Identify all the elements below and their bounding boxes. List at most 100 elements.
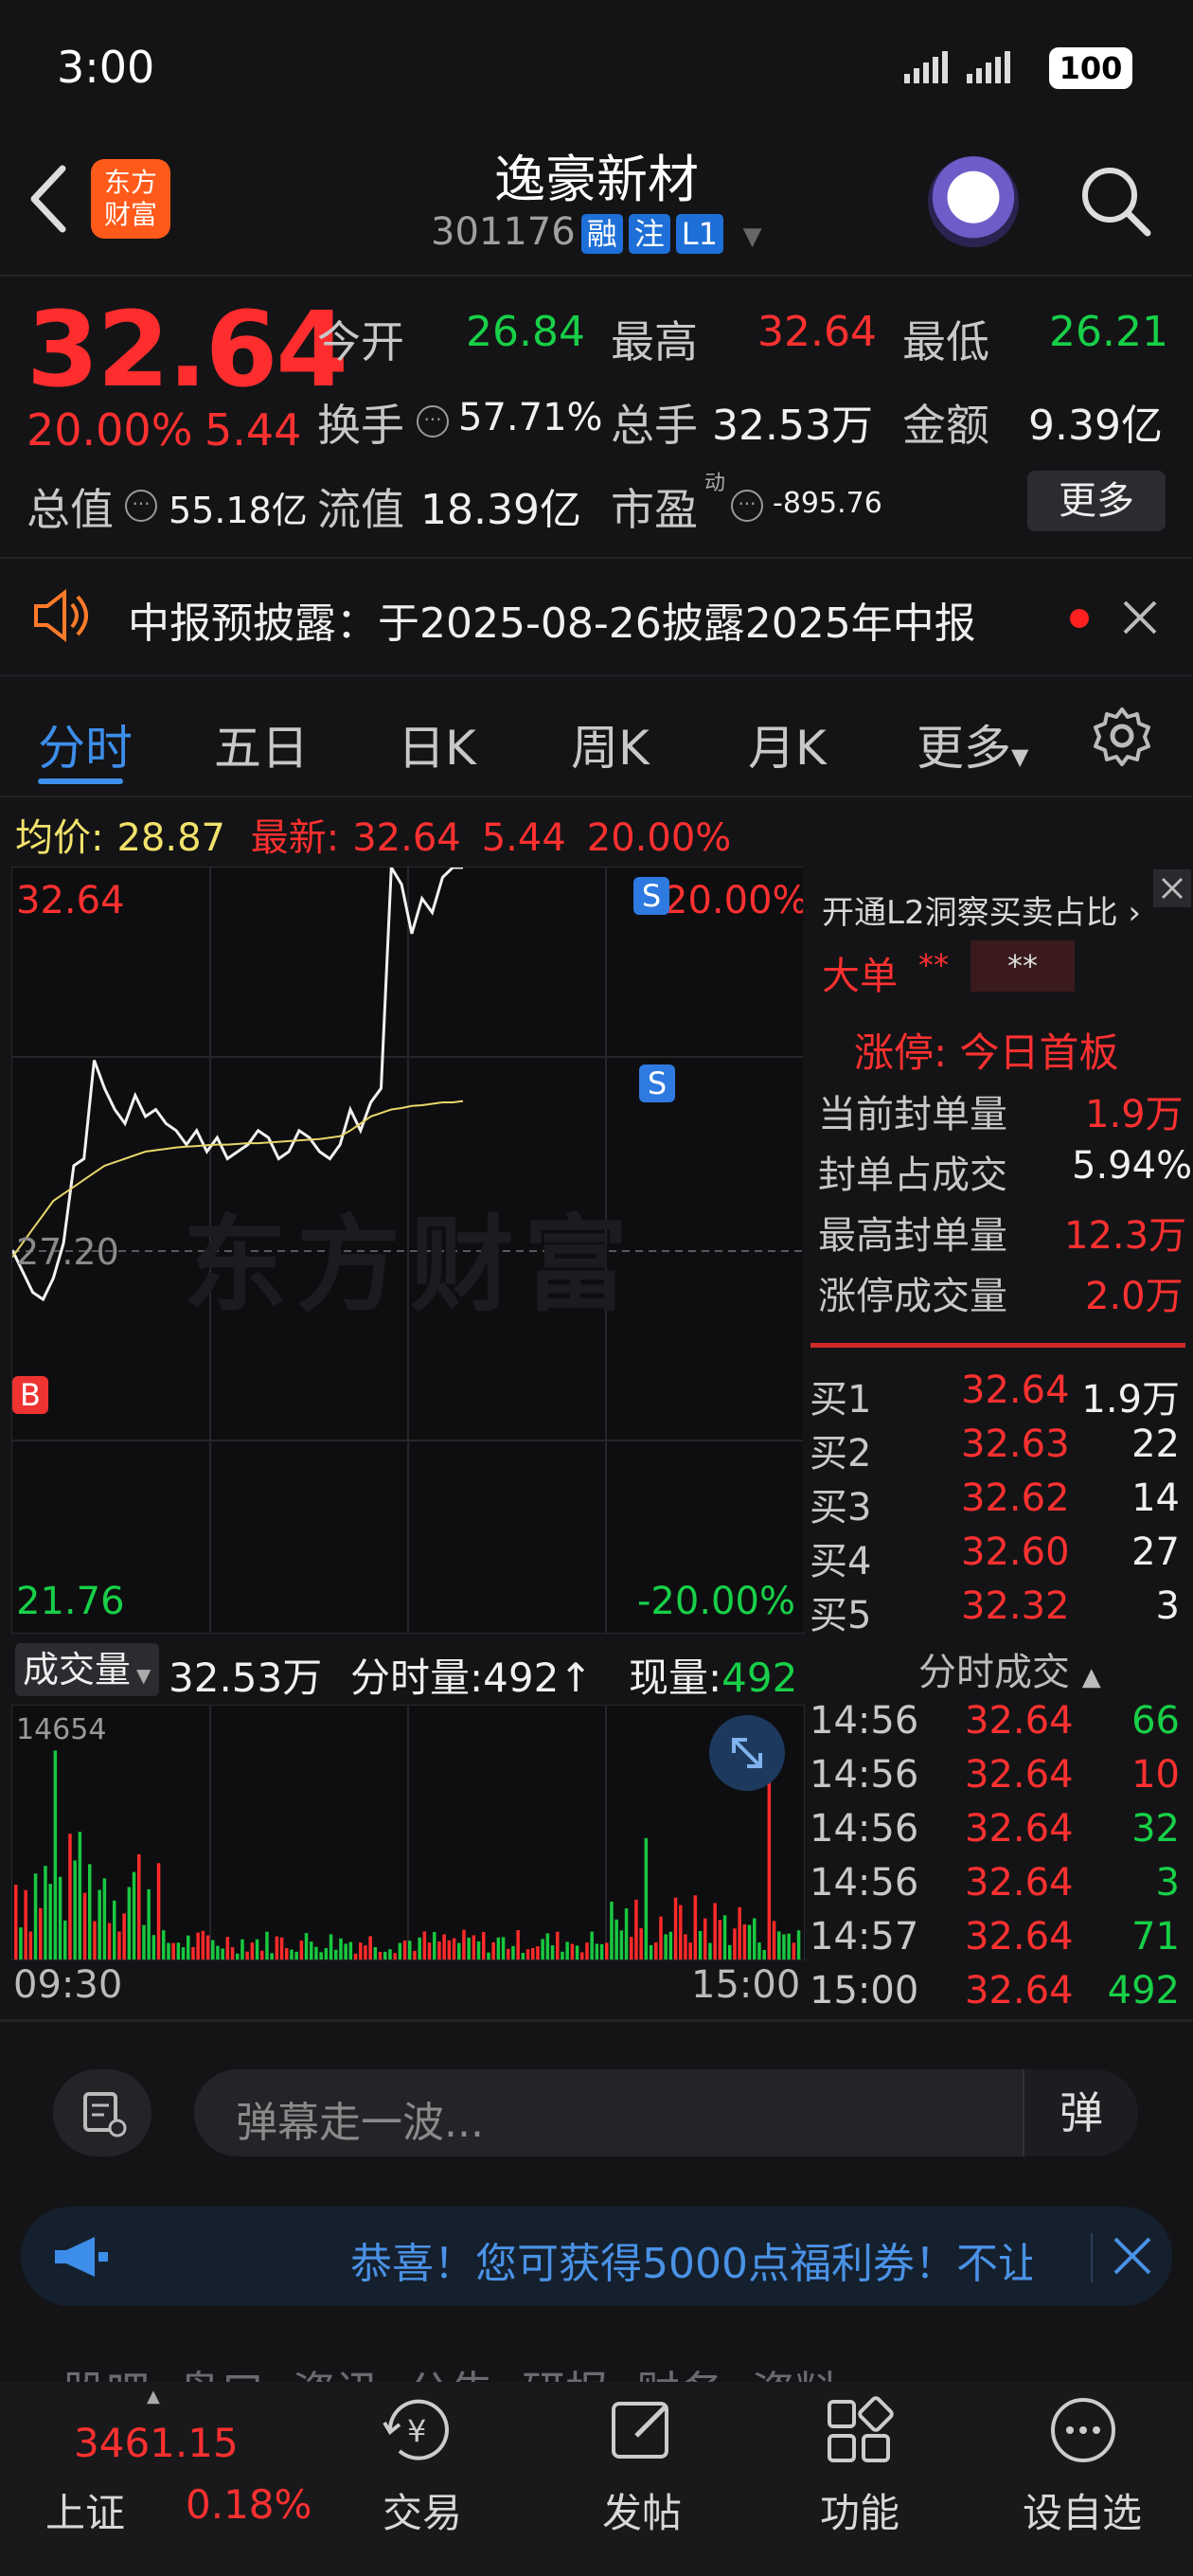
tab-more[interactable]: 更多▼ — [917, 710, 1028, 778]
tab-daily-k[interactable]: 日K — [398, 710, 476, 778]
gear-icon[interactable] — [1092, 706, 1152, 770]
apps-icon[interactable] — [822, 2394, 901, 2470]
index-pct: 0.18% — [186, 2481, 312, 2528]
index-name[interactable]: 上证 — [45, 2481, 125, 2539]
more-dots-icon[interactable] — [1047, 2394, 1119, 2470]
ticks-header[interactable]: 分时成交 ▲ — [918, 1641, 1101, 1696]
tab-weekly-k[interactable]: 周K — [571, 710, 650, 778]
tab-five-day[interactable]: 五日 — [214, 710, 309, 778]
float-cap-label: 流值 — [317, 484, 404, 535]
volume-bar — [348, 1941, 353, 1959]
tick-row[interactable]: 14:56 32.64 66 — [810, 1699, 1184, 1753]
ob-label: 买1 — [810, 1378, 872, 1422]
post-icon[interactable] — [604, 2394, 684, 2470]
info-icon[interactable]: ··· — [731, 490, 763, 522]
tick-row[interactable]: 14:57 32.64 71 — [810, 1915, 1184, 1969]
volume-bar — [353, 1953, 358, 1959]
tick-price: 32.64 — [965, 1699, 1074, 1743]
notice-text[interactable]: 中报预披露：于2025-08-26披露2025年中报 — [128, 589, 976, 650]
tab-intraday[interactable]: 分时 — [38, 710, 133, 778]
y-axis-bottom: 21.76 — [16, 1580, 125, 1623]
danmaku-button[interactable]: 弹 — [1023, 2069, 1138, 2156]
volume-bar — [782, 1934, 786, 1959]
trade-icon[interactable]: ¥ — [379, 2394, 458, 2470]
order-book-row[interactable]: 买2 32.63 22 — [810, 1422, 1184, 1476]
volume-bar — [437, 1941, 441, 1959]
volume-bar — [245, 1951, 249, 1959]
tick-row[interactable]: 14:56 32.64 10 — [810, 1753, 1184, 1807]
volume-bar — [639, 1928, 643, 1959]
volume-label: 总手 — [611, 400, 698, 451]
buy-marker[interactable]: B — [12, 1376, 48, 1414]
badge-level: L1 — [675, 214, 723, 254]
volume-bar — [98, 1889, 101, 1959]
volume-bar — [728, 1944, 732, 1959]
tick-price: 32.64 — [965, 1969, 1074, 2012]
current-price: 32.64 — [27, 289, 348, 410]
tick-row[interactable]: 14:56 32.64 32 — [810, 1807, 1184, 1861]
volume-chart[interactable]: 14654 — [11, 1705, 805, 1960]
volume-bar — [713, 1903, 717, 1959]
close-icon[interactable] — [1153, 869, 1191, 907]
close-icon[interactable] — [1121, 599, 1159, 640]
volume-selector[interactable]: 成交量 ▼ — [15, 1643, 159, 1696]
ob-vol: 22 — [1131, 1422, 1180, 1466]
level2-header[interactable]: 开通L2洞察买卖占比 › — [822, 886, 1141, 933]
robot-avatar-icon[interactable] — [928, 156, 1019, 247]
info-icon[interactable]: ··· — [417, 405, 449, 438]
volume-bar — [595, 1943, 599, 1959]
nav-trade[interactable]: 交易 — [383, 2481, 462, 2539]
volume-bar — [462, 1929, 466, 1959]
volume-bar — [679, 1905, 683, 1959]
order-book-row[interactable]: 买4 32.60 27 — [810, 1530, 1184, 1584]
pct-axis-top: 20.00% — [664, 879, 809, 922]
sell-marker[interactable]: S — [633, 877, 669, 915]
intraday-chart[interactable]: 东方财富 32.64 27.20 21.76 20.00% -20.00% B … — [11, 867, 809, 1634]
stock-code-line[interactable]: 301176 融注 L1 ▼ — [431, 210, 762, 254]
order-book-row[interactable]: 买1 32.64 1.9万 — [810, 1368, 1184, 1422]
current-volume-label: 现量: — [629, 1655, 722, 1701]
volume-bar — [619, 1930, 624, 1959]
tick-price: 32.64 — [965, 1807, 1074, 1851]
ob-price: 32.63 — [961, 1422, 1070, 1466]
search-icon[interactable] — [1077, 163, 1153, 242]
tab-more-label: 更多 — [917, 721, 1011, 776]
volume-bar — [536, 1946, 540, 1959]
close-icon[interactable] — [1091, 2233, 1155, 2282]
tick-vol: 492 — [1107, 1969, 1180, 2012]
sell-marker[interactable]: S — [639, 1064, 675, 1102]
ob-price: 32.32 — [961, 1584, 1070, 1628]
ob-vol: 3 — [1155, 1584, 1180, 1628]
promo-banner[interactable]: 恭喜！您可获得5000点福利券！不让 — [21, 2207, 1172, 2306]
info-icon[interactable]: ··· — [125, 490, 157, 522]
lu-row-label: 封单占成交 — [818, 1154, 1007, 1197]
volume-bar — [491, 1941, 495, 1959]
tab-monthly-k[interactable]: 月K — [748, 710, 827, 778]
volume-bar — [413, 1950, 417, 1959]
volume-total: 32.53万 — [169, 1655, 323, 1701]
volume-bar — [565, 1941, 569, 1959]
unread-dot — [1070, 609, 1089, 628]
volume-bar — [147, 1888, 151, 1959]
change-amount: 5.44 — [205, 404, 302, 456]
chevron-up-icon[interactable]: ▲ — [147, 2387, 160, 2406]
tick-row[interactable]: 15:00 32.64 492 — [810, 1969, 1184, 2023]
order-book-row[interactable]: 买5 32.32 3 — [810, 1584, 1184, 1638]
volume-bar — [310, 1941, 313, 1959]
tick-row[interactable]: 14:56 32.64 3 — [810, 1861, 1184, 1915]
volume-bar — [747, 1924, 752, 1959]
volume-bar — [113, 1900, 116, 1959]
more-button[interactable]: 更多 — [1027, 471, 1166, 531]
danmaku-input[interactable]: 弹幕走一波... 弹 — [194, 2069, 1138, 2156]
nav-functions[interactable]: 功能 — [820, 2481, 899, 2539]
caret-down-icon: ▼ — [1011, 743, 1029, 770]
expand-icon[interactable] — [709, 1715, 785, 1791]
nav-add-watchlist[interactable]: 设自选 — [1023, 2481, 1142, 2539]
order-book-row[interactable]: 买3 32.62 14 — [810, 1476, 1184, 1530]
index-value[interactable]: 3461.15 — [74, 2420, 239, 2466]
comment-toggle-icon[interactable] — [53, 2069, 151, 2156]
big-order-value-2[interactable]: ** — [970, 940, 1075, 992]
nav-post[interactable]: 发帖 — [602, 2481, 682, 2539]
volume-bar — [659, 1916, 663, 1959]
ob-vol: 1.9万 — [1081, 1378, 1180, 1422]
